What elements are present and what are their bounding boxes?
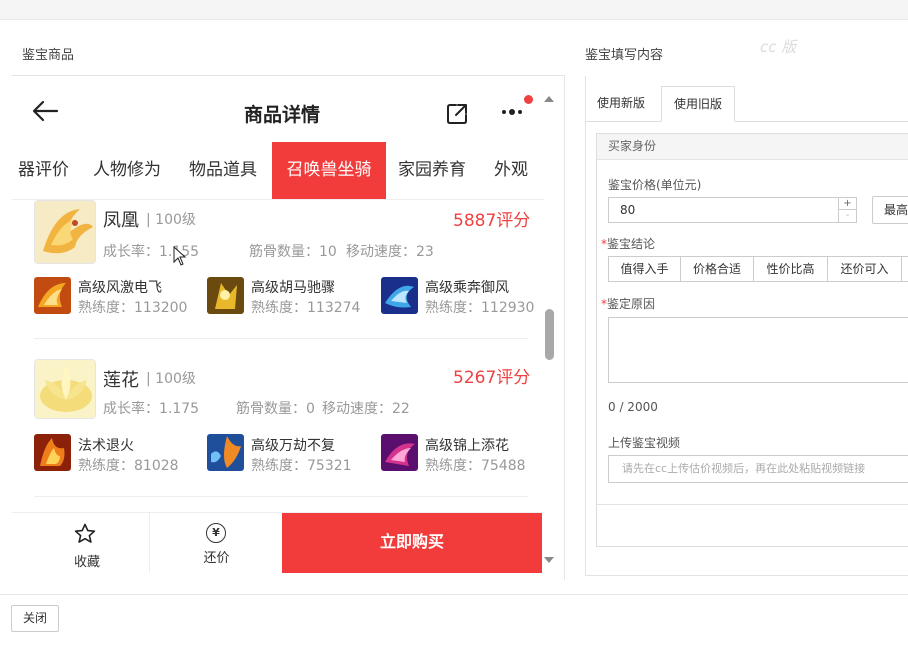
star-icon xyxy=(74,523,96,543)
scroll-down-arrow-icon[interactable] xyxy=(544,557,554,563)
skill-name: 高级胡马驰骤 xyxy=(251,280,335,296)
item-name: 莲花 xyxy=(103,370,139,391)
skill-proficiency: 熟练度：75488 xyxy=(425,458,526,474)
tab-character[interactable]: 人物修为 xyxy=(93,142,161,199)
product-detail-phone-view: 商品详情 器评价 人物修为 物品道具 召唤兽坐骑 家园养育 外观 凤凰 | 10… xyxy=(12,76,544,572)
video-label: 上传鉴宝视频 xyxy=(608,436,681,450)
item-score: 5267评分 xyxy=(453,368,531,388)
mouse-cursor-icon xyxy=(173,246,187,266)
yuan-icon: ¥ xyxy=(206,523,226,543)
favorite-label: 收藏 xyxy=(73,555,100,570)
skill-icon xyxy=(207,434,244,471)
buyer-identity-header: 买家身份 xyxy=(597,134,908,160)
conclusion-more-button[interactable] xyxy=(901,256,908,282)
skill-name: 高级乘奔御风 xyxy=(425,280,509,296)
price-input[interactable]: 80 xyxy=(608,197,839,223)
reason-label: *鉴定原因 xyxy=(601,297,656,311)
reason-textarea[interactable] xyxy=(608,317,908,383)
close-button[interactable]: 关闭 xyxy=(11,605,59,632)
favorite-button[interactable]: 收藏 xyxy=(12,513,150,573)
skill-name: 高级锦上添花 xyxy=(425,438,509,454)
category-tabs: 器评价 人物修为 物品道具 召唤兽坐骑 家园养育 外观 xyxy=(12,142,544,200)
item-score: 5887评分 xyxy=(453,211,531,231)
skill-proficiency: 熟练度：113274 xyxy=(251,300,361,316)
price-label: 鉴宝价格(单位元) xyxy=(608,178,702,192)
share-icon[interactable] xyxy=(445,102,469,126)
conclusion-bargain-ok[interactable]: 还价可入 xyxy=(827,256,902,282)
skill-icon xyxy=(34,277,71,314)
tab-new-version[interactable]: 使用新版 xyxy=(585,86,657,122)
footer-divider xyxy=(0,594,908,595)
item-move-speed: 移动速度：22 xyxy=(322,401,410,417)
increment-button[interactable]: + xyxy=(839,198,856,210)
skill-icon xyxy=(381,434,418,471)
skill-proficiency: 熟练度：112930 xyxy=(425,300,535,316)
bargain-button[interactable]: ¥ 还价 xyxy=(151,513,282,573)
tab-summon-mount[interactable]: 召唤兽坐骑 xyxy=(272,142,386,199)
bargain-label: 还价 xyxy=(203,551,230,566)
buy-now-button[interactable]: 立即购买 xyxy=(282,513,542,573)
scrollbar-thumb[interactable] xyxy=(545,309,554,360)
conclusion-worth-buying[interactable]: 值得入手 xyxy=(608,256,681,282)
phoenix-avatar xyxy=(34,200,96,264)
left-panel-title: 鉴宝商品 xyxy=(22,48,75,63)
notification-dot xyxy=(524,95,533,104)
item-level: | 100级 xyxy=(146,212,196,228)
form-bottom-line xyxy=(597,504,908,505)
item-growth-rate: 成长率：1.175 xyxy=(103,401,200,417)
video-link-input[interactable]: 请先在cc上传估价视频后，再在此处粘贴视频链接 xyxy=(608,455,908,483)
item-divider xyxy=(34,496,528,497)
top-strip xyxy=(0,0,908,20)
conclusion-high-value[interactable]: 性价比高 xyxy=(753,256,828,282)
watermark: cc 版 xyxy=(760,38,797,56)
skill-proficiency: 熟练度：81028 xyxy=(78,458,179,474)
right-panel-title: 鉴宝填写内容 xyxy=(585,48,664,63)
reason-char-counter: 0 / 2000 xyxy=(608,400,658,414)
skill-name: 法术退火 xyxy=(78,438,134,454)
lotus-avatar xyxy=(34,359,96,419)
bottom-action-bar: 收藏 ¥ 还价 立即购买 xyxy=(12,512,542,573)
tab-equipment-review[interactable]: 器评价 xyxy=(18,142,69,199)
item-level: | 100级 xyxy=(146,371,196,387)
tab-old-version[interactable]: 使用旧版 xyxy=(661,86,736,122)
item-move-speed: 移动速度：23 xyxy=(346,244,434,260)
skill-proficiency: 熟练度：113200 xyxy=(78,300,188,316)
skill-proficiency: 熟练度：75321 xyxy=(251,458,352,474)
item-divider xyxy=(34,338,528,339)
skill-icon xyxy=(207,277,244,314)
tab-appearance[interactable]: 外观 xyxy=(494,142,528,199)
tab-home[interactable]: 家园养育 xyxy=(398,142,466,199)
conclusion-label: *鉴宝结论 xyxy=(601,237,656,251)
conclusion-fair-price[interactable]: 价格合适 xyxy=(680,256,754,282)
nav-bar: 商品详情 xyxy=(12,76,544,142)
tab-items[interactable]: 物品道具 xyxy=(189,142,257,199)
item-name: 凤凰 xyxy=(103,210,139,231)
decrement-button[interactable]: - xyxy=(839,210,856,222)
max-price-button[interactable]: 最高 xyxy=(872,196,908,224)
skill-icon xyxy=(381,277,418,314)
skill-icon xyxy=(34,434,71,471)
price-stepper: + - xyxy=(839,197,857,223)
skill-name: 高级风激电飞 xyxy=(78,280,162,296)
panel-separator xyxy=(564,75,565,580)
skill-name: 高级万劫不复 xyxy=(251,438,335,454)
scroll-up-arrow-icon[interactable] xyxy=(544,96,554,102)
item-bone-count: 筋骨数量：0 xyxy=(236,401,315,417)
item-bone-count: 筋骨数量：10 xyxy=(249,244,337,260)
